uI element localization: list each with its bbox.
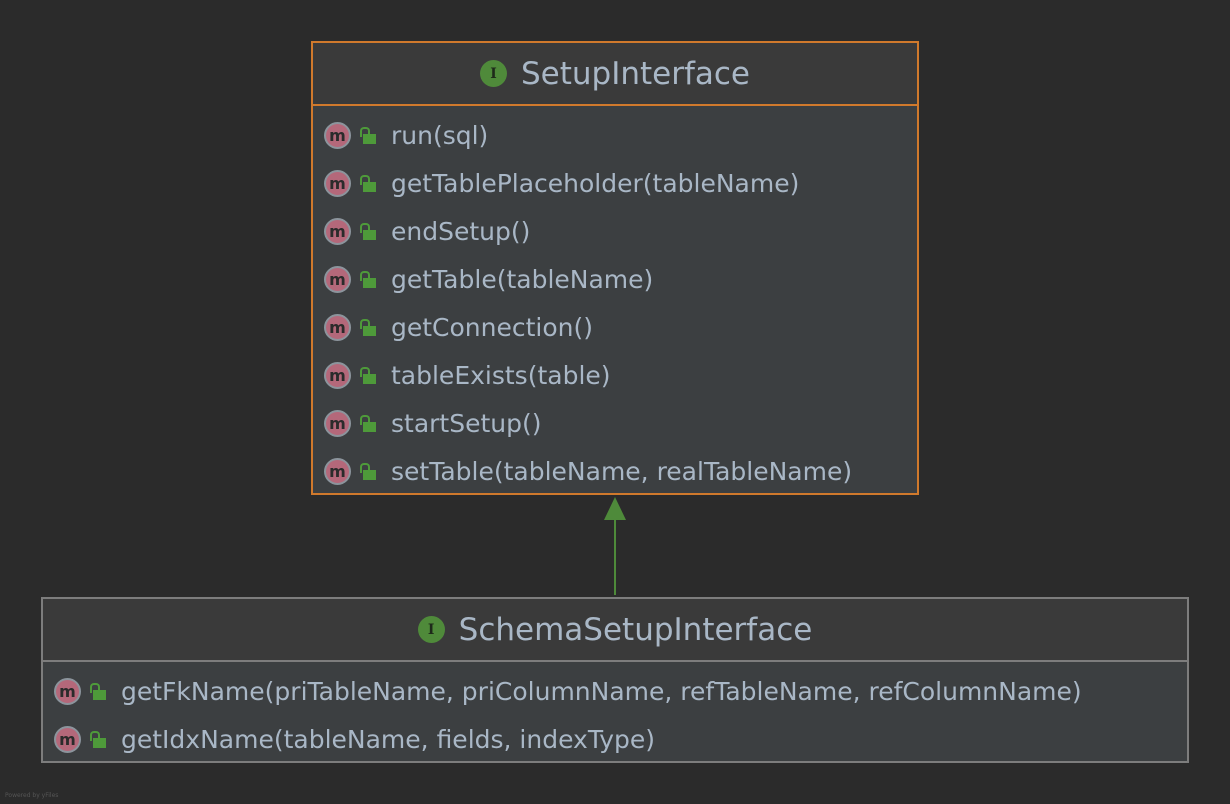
arrow-head — [604, 497, 626, 520]
method-name: getFkName(priTableName, priColumnName, r… — [121, 676, 1082, 706]
footer-text: Powered by yFiles — [5, 792, 59, 799]
node-header: I SchemaSetupInterface — [43, 599, 1187, 662]
method-icon: m — [54, 677, 81, 705]
method-row[interactable]: m getIdxName(tableName, fields, indexType… — [43, 715, 1187, 763]
method-icon: m — [54, 725, 81, 753]
method-name: getIdxName(tableName, fields, indexType) — [121, 724, 655, 754]
node-schema-setup-interface[interactable]: I SchemaSetupInterface m getFkName(priTab… — [41, 597, 1189, 763]
node-title: SchemaSetupInterface — [458, 611, 813, 648]
public-lock-icon — [90, 682, 106, 700]
method-row[interactable]: m getFkName(priTableName, priColumnName, … — [43, 667, 1187, 715]
public-lock-icon — [90, 730, 106, 748]
interface-icon: I — [417, 616, 445, 643]
